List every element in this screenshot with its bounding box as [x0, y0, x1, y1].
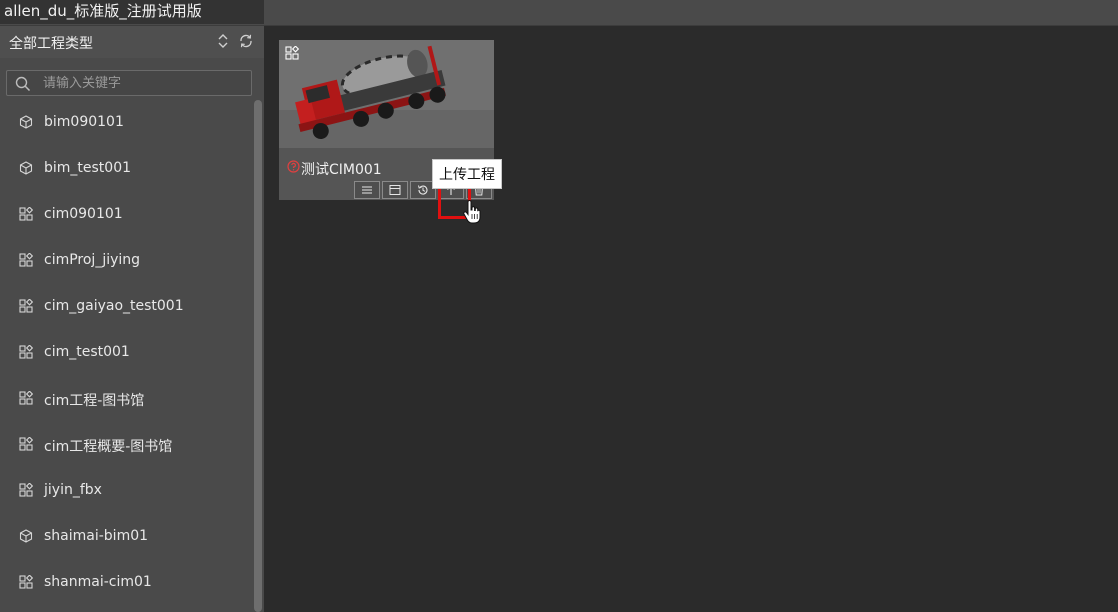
list-item-label: cim_test001	[44, 344, 130, 360]
project-type-filter[interactable]: 全部工程类型	[9, 33, 93, 53]
upload-tooltip: 上传工程	[432, 159, 502, 189]
list-item[interactable]: cim工程概要-图书馆	[0, 422, 252, 468]
menu-icon	[362, 186, 372, 194]
list-item[interactable]: bim_test001	[0, 146, 252, 192]
window-icon	[389, 185, 401, 195]
list-item-label: cimProj_jiying	[44, 252, 141, 268]
list-item[interactable]: bim090101	[0, 100, 252, 146]
menu-button[interactable]	[354, 181, 380, 199]
list-item-label: cim090101	[44, 206, 123, 222]
cube-icon	[19, 161, 33, 175]
hand-pointer-icon	[463, 200, 481, 224]
list-item[interactable]: shaimai-bim01	[0, 514, 252, 560]
grid-icon	[19, 207, 33, 221]
list-item[interactable]: cim_gaiyao_test001	[0, 284, 252, 330]
list-item-label: jiyin_fbx	[44, 482, 102, 498]
cube-icon	[19, 529, 33, 543]
grid-icon	[19, 299, 33, 313]
main-area: 测试CIM001 上传工程	[264, 26, 1118, 612]
project-card[interactable]: 测试CIM001 上传工程	[279, 40, 502, 224]
refresh-icon[interactable]	[238, 33, 254, 49]
grid-icon	[19, 391, 33, 405]
list-item-label: cim工程概要-图书馆	[44, 439, 173, 455]
project-thumbnail[interactable]	[279, 40, 494, 148]
grid-icon	[19, 483, 33, 497]
list-item[interactable]: cim090101	[0, 192, 252, 238]
question-circle-icon	[287, 160, 300, 173]
list-item-label: bim090101	[44, 114, 124, 130]
mixer-truck-image	[279, 40, 494, 148]
list-item[interactable]: cimProj_jiying	[0, 238, 252, 284]
app-title: allen_du_标准版_注册试用版	[0, 0, 264, 24]
project-name[interactable]: 测试CIM001	[301, 159, 382, 179]
sort-icon[interactable]	[215, 33, 231, 49]
list-item-label: cim工程-图书馆	[44, 393, 145, 409]
grid-icon	[19, 345, 33, 359]
open-window-button[interactable]	[382, 181, 408, 199]
grid-icon	[19, 575, 33, 589]
search-box[interactable]	[6, 70, 252, 96]
sidebar-header: 全部工程类型	[0, 26, 264, 58]
sidebar-scrollbar[interactable]	[252, 96, 264, 612]
list-item[interactable]: shanmai-cim01	[0, 560, 252, 606]
project-list: bim090101 bim_test001 cim090101 cimProj_…	[0, 100, 252, 606]
list-item[interactable]: jiyin_fbx	[0, 468, 252, 514]
scrollbar-thumb[interactable]	[254, 100, 262, 612]
list-item-label: shanmai-cim01	[44, 574, 152, 590]
sidebar: 全部工程类型 bim090101 bim_test001 ci	[0, 26, 264, 612]
grid-icon	[285, 46, 299, 60]
history-icon	[418, 185, 428, 195]
grid-icon	[19, 437, 33, 451]
list-item-label: bim_test001	[44, 160, 132, 176]
search-icon	[15, 76, 31, 92]
list-item[interactable]: cim工程-图书馆	[0, 376, 252, 422]
search-input[interactable]	[43, 74, 243, 92]
list-item-label: shaimai-bim01	[44, 528, 149, 544]
list-item-label: cim_gaiyao_test001	[44, 298, 184, 314]
cube-icon	[19, 115, 33, 129]
grid-icon	[19, 253, 33, 267]
list-item[interactable]: cim_test001	[0, 330, 252, 376]
